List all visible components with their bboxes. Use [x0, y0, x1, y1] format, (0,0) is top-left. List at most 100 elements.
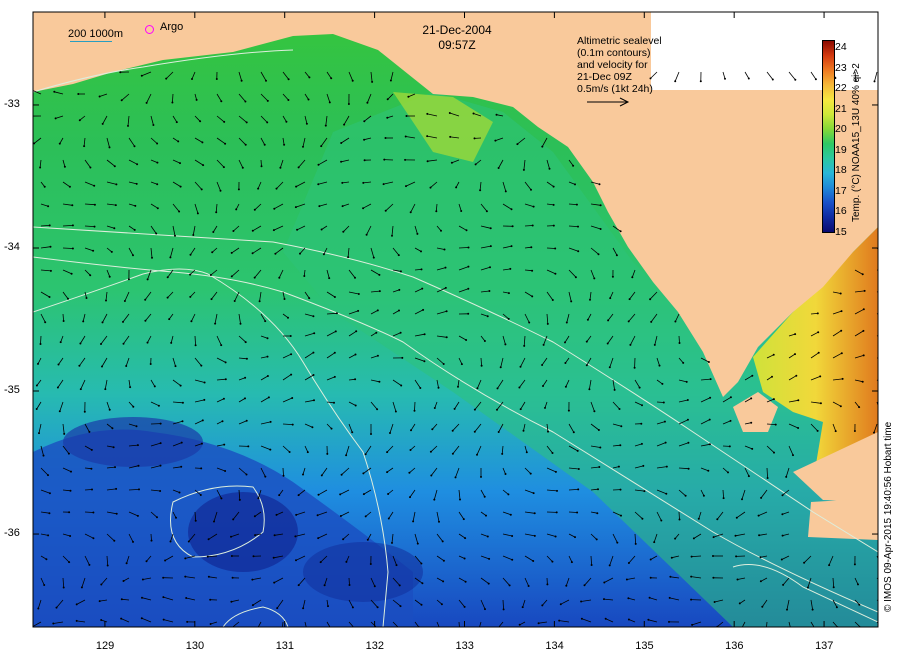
velocity-arrow-head [853, 430, 856, 432]
velocity-arrow-head [384, 137, 387, 139]
velocity-arrow-head [386, 451, 389, 454]
velocity-arrow-head [135, 182, 138, 185]
sst-map-canvas [33, 12, 878, 627]
velocity-arrow-head [283, 143, 286, 146]
velocity-arrow-head [494, 139, 497, 142]
velocity-arrow-head [209, 274, 212, 276]
velocity-arrow-head [697, 517, 700, 520]
velocity-arrow-head [156, 183, 159, 186]
velocity-arrow-head [247, 445, 250, 448]
velocity-arrow-head [658, 364, 661, 367]
velocity-arrow-head [272, 556, 275, 559]
velocity-arrow-head [619, 444, 622, 447]
velocity-arrow-head [125, 562, 128, 565]
velocity-arrow-head [759, 556, 762, 559]
velocity-arrow-head [232, 230, 235, 232]
colorbar-tick-label: 20 [835, 123, 847, 135]
velocity-arrow-head [712, 576, 715, 579]
velocity-arrow-head [476, 453, 478, 456]
velocity-arrow-head [444, 286, 447, 289]
velocity-arrow-head [112, 446, 115, 449]
velocity-arrow-head [38, 432, 40, 435]
velocity-arrow-head [410, 429, 412, 432]
velocity-arrow-head [48, 224, 51, 227]
velocity-arrow-head [186, 620, 189, 623]
velocity-arrow-head [264, 320, 267, 323]
velocity-arrow-head [862, 308, 865, 311]
velocity-arrow-head [375, 331, 378, 334]
velocity-arrow-head [785, 475, 788, 478]
velocity-arrow-head [333, 351, 336, 354]
velocity-arrow-head [258, 300, 261, 303]
velocity-arrow-head [159, 422, 162, 425]
velocity-arrow-head [678, 342, 681, 344]
velocity-arrow-head [83, 410, 86, 413]
velocity-arrow-head [664, 441, 667, 444]
velocity-arrow-head [519, 365, 522, 368]
velocity-arrow-head [133, 228, 136, 231]
velocity-arrow-head [690, 598, 693, 601]
velocity-arrow-head [544, 406, 546, 409]
velocity-arrow-head [283, 298, 286, 300]
velocity-arrow-head [179, 384, 182, 387]
velocity-arrow-head [132, 254, 134, 257]
velocity-arrow-head [221, 420, 224, 423]
velocity-arrow-head [404, 135, 407, 138]
velocity-arrow-head [618, 408, 621, 410]
velocity-arrow-head [684, 494, 687, 497]
velocity-arrow-head [62, 586, 65, 589]
velocity-arrow-head [101, 122, 104, 125]
velocity-arrow-head [219, 189, 222, 192]
velocity-arrow-head [386, 116, 389, 119]
velocity-arrow-head [312, 351, 315, 354]
velocity-arrow-head [504, 190, 507, 193]
velocity-arrow-head [572, 431, 575, 434]
velocity-arrow-head [132, 405, 135, 408]
velocity-arrow-head [735, 555, 738, 558]
velocity-arrow-head [223, 443, 226, 446]
velocity-arrow-head [387, 517, 390, 520]
velocity-arrow-head [125, 365, 128, 367]
velocity-arrow-head [152, 124, 155, 126]
velocity-arrow-head [190, 320, 193, 323]
velocity-arrow-head [607, 319, 610, 322]
velocity-arrow-head [272, 229, 275, 232]
cold-eddy [303, 542, 423, 602]
velocity-arrow-head [835, 606, 838, 609]
velocity-arrow-head [510, 245, 513, 248]
velocity-arrow-head [455, 186, 458, 189]
info-line: 0.5m/s (1kt 24h) [577, 83, 653, 95]
velocity-arrow-head [511, 225, 514, 228]
velocity-arrow-head [316, 514, 319, 517]
velocity-arrow-head [467, 312, 470, 315]
velocity-arrow-head [302, 473, 304, 476]
velocity-arrow-head [431, 428, 434, 431]
velocity-arrow-head [510, 208, 513, 211]
velocity-arrow-head [171, 101, 174, 104]
velocity-arrow-head [98, 600, 101, 603]
velocity-arrow-head [499, 366, 502, 369]
velocity-arrow-head [660, 519, 663, 522]
velocity-arrow-head [67, 297, 69, 300]
velocity-arrow-head [685, 380, 688, 383]
velocity-arrow-head [596, 512, 599, 515]
velocity-arrow-head [511, 535, 514, 537]
velocity-arrow-head [774, 423, 777, 426]
velocity-arrow-head [489, 245, 492, 248]
velocity-arrow-head [370, 433, 372, 435]
velocity-arrow-head [209, 598, 212, 601]
velocity-arrow-head [355, 330, 358, 333]
velocity-arrow-head [525, 451, 528, 454]
velocity-arrow-head [376, 354, 379, 357]
latitude-tick-label: -34 [4, 240, 20, 253]
velocity-arrow-head [479, 189, 482, 192]
velocity-arrow-head [653, 343, 656, 346]
velocity-arrow-head [71, 247, 74, 250]
velocity-arrow-head [467, 265, 470, 268]
velocity-arrow-head [306, 451, 309, 454]
velocity-arrow-head [230, 275, 233, 278]
velocity-arrow-head [156, 142, 159, 145]
velocity-arrow-head [110, 250, 113, 253]
velocity-arrow-head [122, 320, 124, 323]
velocity-arrow-head [70, 272, 73, 275]
